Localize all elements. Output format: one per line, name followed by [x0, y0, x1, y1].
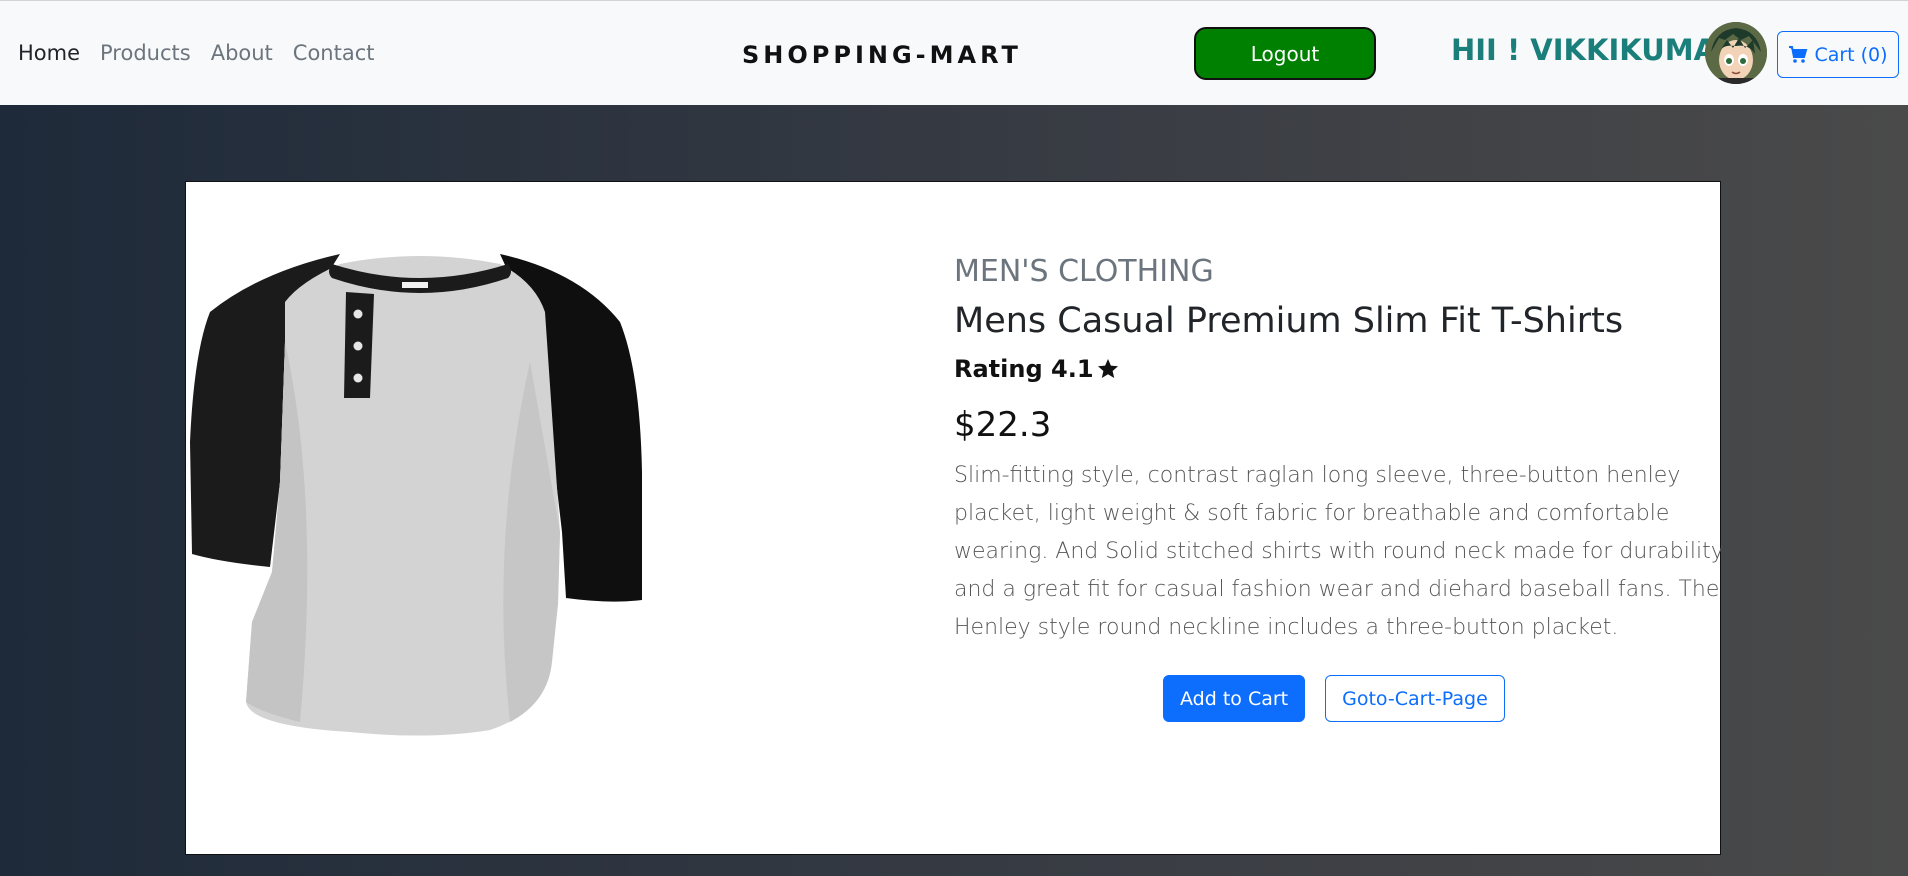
- product-actions: Add to Cart Goto-Cart-Page: [1163, 675, 1505, 722]
- main-area: MEN'S CLOTHING Mens Casual Premium Slim …: [0, 105, 1908, 876]
- product-card: MEN'S CLOTHING Mens Casual Premium Slim …: [185, 181, 1724, 855]
- product-category: MEN'S CLOTHING: [954, 254, 1214, 289]
- nav-link-contact[interactable]: Contact: [293, 41, 375, 65]
- add-to-cart-button[interactable]: Add to Cart: [1163, 675, 1306, 722]
- logout-button[interactable]: Logout: [1194, 27, 1376, 80]
- product-description: Slim-fitting style, contrast raglan long…: [954, 463, 1724, 640]
- nav-link-about[interactable]: About: [211, 41, 273, 65]
- user-greeting: HII ! VIKKIKUMAR: [1451, 33, 1739, 67]
- cart-icon: [1789, 45, 1808, 63]
- product-title: Mens Casual Premium Slim Fit T-Shirts: [954, 301, 1624, 341]
- nav-link-products[interactable]: Products: [100, 41, 191, 65]
- cart-label: Cart (0): [1814, 43, 1888, 66]
- cart-button[interactable]: Cart (0): [1777, 31, 1899, 78]
- nav-link-home[interactable]: Home: [18, 41, 80, 65]
- rating-label: Rating 4.1: [954, 355, 1094, 383]
- product-price: $22.3: [954, 405, 1052, 445]
- product-image: [190, 242, 650, 742]
- brand-logo[interactable]: SHOPPING-MART: [742, 41, 1022, 69]
- product-info: MEN'S CLOTHING Mens Casual Premium Slim …: [954, 254, 1724, 647]
- goto-cart-button[interactable]: Goto-Cart-Page: [1325, 675, 1505, 722]
- nav-links: Home Products About Contact: [18, 41, 375, 65]
- navbar: Home Products About Contact SHOPPING-MAR…: [0, 0, 1908, 105]
- avatar[interactable]: [1705, 22, 1767, 84]
- product-rating: Rating 4.1: [954, 355, 1724, 383]
- star-icon: [1097, 359, 1118, 378]
